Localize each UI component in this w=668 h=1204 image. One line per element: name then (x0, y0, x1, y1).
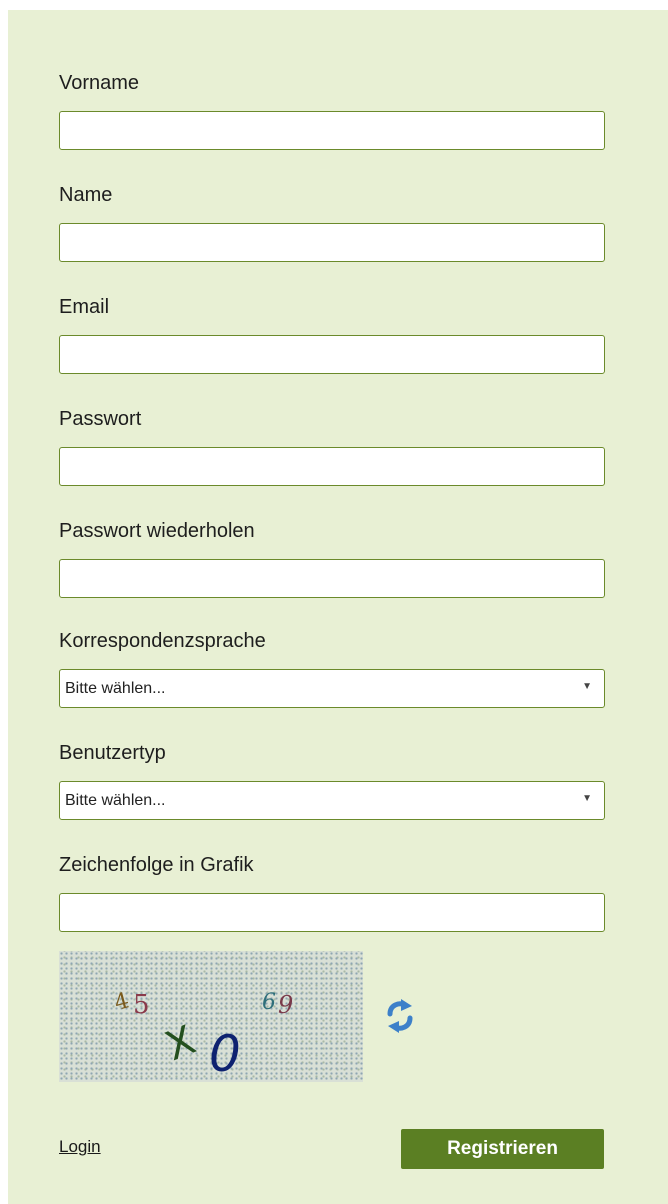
vorname-label: Vorname (59, 72, 140, 94)
captcha-char: X (159, 1017, 202, 1070)
vorname-input[interactable] (59, 111, 605, 150)
email-label: Email (59, 296, 110, 318)
zeichenfolge-label: Zeichenfolge in Grafik (59, 854, 254, 876)
captcha-graphic: 4 5 6 9 X 0 (112, 988, 293, 1082)
chevron-down-icon: ▼ (582, 793, 592, 804)
passwort-label: Passwort (59, 408, 142, 430)
captcha-char: 0 (209, 1025, 241, 1082)
korrespondenzsprache-select[interactable]: Bitte wählen... ▼ (59, 669, 605, 708)
passwort-input[interactable] (59, 447, 605, 486)
captcha-char: 5 (133, 990, 150, 1020)
captcha-char: 9 (278, 991, 293, 1019)
chevron-down-icon: ▼ (582, 681, 592, 692)
passwort-wiederholen-label: Passwort wiederholen (59, 520, 255, 542)
registrieren-button[interactable]: Registrieren (401, 1129, 604, 1169)
refresh-icon[interactable] (384, 996, 416, 1036)
benutzertyp-selected-value: Bitte wählen... (65, 792, 166, 809)
captcha-char: 4 (112, 988, 132, 1016)
korrespondenzsprache-selected-value: Bitte wählen... (65, 680, 166, 697)
benutzertyp-label: Benutzertyp (59, 742, 166, 764)
captcha-char: 6 (262, 990, 276, 1015)
captcha-input[interactable] (59, 893, 605, 932)
korrespondenzsprache-label: Korrespondenzsprache (59, 630, 266, 652)
passwort-wiederholen-input[interactable] (59, 559, 605, 598)
benutzertyp-select[interactable]: Bitte wählen... ▼ (59, 781, 605, 820)
name-label: Name (59, 184, 113, 206)
email-input[interactable] (59, 335, 605, 374)
captcha-image: 4 5 6 9 X 0 (59, 951, 363, 1082)
login-link[interactable]: Login (59, 1137, 101, 1157)
name-input[interactable] (59, 223, 605, 262)
